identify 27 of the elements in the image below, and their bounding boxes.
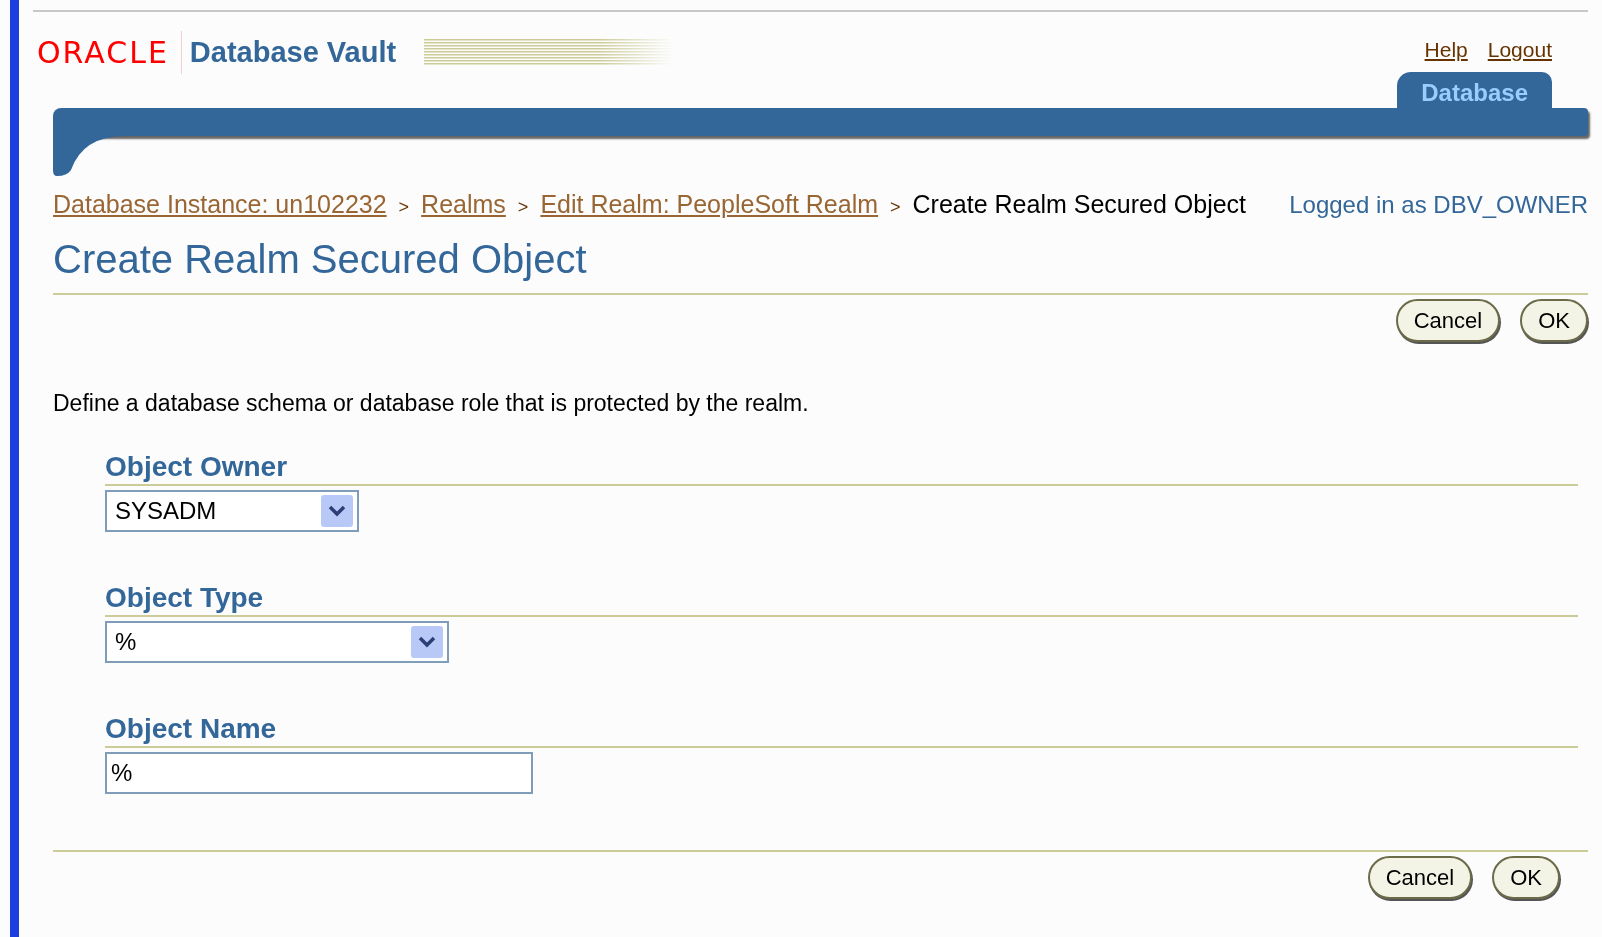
breadcrumb-link[interactable]: Realms [421, 185, 506, 223]
breadcrumb-current: Create Realm Secured Object [912, 188, 1247, 220]
action-button[interactable]: Cancel [1367, 855, 1473, 899]
dropdown[interactable]: % [105, 620, 449, 663]
chevron-down-icon [411, 625, 443, 658]
action-button[interactable]: Cancel [1395, 299, 1501, 342]
header-link[interactable]: Help [1424, 34, 1468, 66]
breadcrumb-link[interactable]: Database Instance: un102232 [53, 185, 387, 223]
field-label: Object Name [105, 711, 278, 746]
dropdown[interactable]: SYSADM [105, 489, 359, 532]
action-button[interactable]: OK [1520, 299, 1588, 342]
field-label: Object Type [105, 580, 265, 615]
input-field[interactable]: % [105, 751, 533, 794]
header-link[interactable]: Logout [1487, 34, 1552, 66]
nav-tab[interactable]: Database [1397, 71, 1552, 108]
description: Define a database schema or database role that is protected by the realm. [52, 389, 810, 418]
page-title: Create Realm Secured Object [52, 236, 588, 283]
oracle-logo: ORACLE [37, 34, 169, 72]
breadcrumb-separator: > [398, 195, 410, 219]
action-button[interactable]: OK [1492, 855, 1560, 899]
product-name: Database Vault [180, 30, 397, 75]
breadcrumb-separator: > [517, 195, 529, 219]
breadcrumb-link[interactable]: Edit Realm: PeopleSoft Realm [540, 185, 879, 223]
breadcrumb-separator: > [890, 195, 901, 219]
user-info: Logged in as DBV_OWNER [1289, 189, 1588, 220]
field-label: Object Owner [105, 449, 289, 484]
chevron-down-icon [321, 494, 353, 527]
